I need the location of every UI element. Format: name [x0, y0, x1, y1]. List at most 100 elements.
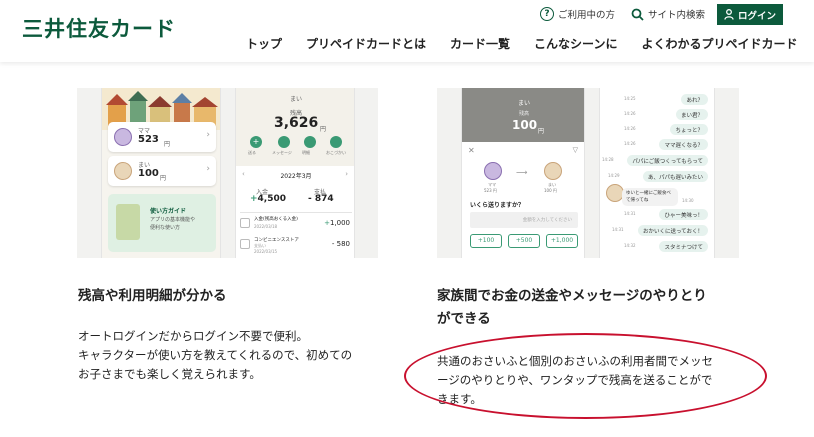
nav-item-scenes[interactable]: こんなシーンに: [534, 35, 617, 52]
receiver-avatar: [544, 162, 562, 180]
chat-time: 14:26: [624, 111, 636, 116]
feature2-body-line2: ージのやりとりや、ワンタップで残高を送ることがで: [437, 373, 713, 387]
member-card-mama[interactable]: ママ 523 円 ›: [108, 122, 216, 152]
chevron-right-icon: ›: [206, 164, 210, 174]
transaction-row[interactable]: 入金(残高おくる入金) 2022/03/18 +1,000: [240, 216, 352, 234]
feature1-body-line1: オートログインだからログイン不要で便利。: [78, 329, 308, 343]
transaction-row[interactable]: コンビニエンスストア 支払い 2022/03/15 - 580: [240, 237, 352, 255]
balance-label: 残高: [518, 111, 529, 117]
feature1-body-line3: お子さまでも楽しく覚えられます。: [78, 367, 261, 381]
balance-amount: 100: [512, 118, 538, 132]
feature2-title-line2: ができる: [437, 311, 491, 327]
nav-item-top[interactable]: トップ: [246, 35, 282, 52]
member2-currency: 円: [160, 175, 167, 182]
chat-time: 14:29: [608, 173, 620, 178]
chat-time: 14:25: [624, 96, 636, 101]
quick-add-500-button[interactable]: +500: [508, 234, 540, 248]
action-statement-label: 明細: [302, 150, 310, 155]
account-name: まい: [517, 100, 530, 107]
feature2-title-line1: 家族間でお金の送金やメッセージのやりとり: [437, 288, 707, 304]
income-amount: +4,500: [250, 194, 287, 204]
action-allowance-label: おこづかい: [326, 150, 346, 155]
statement-icon[interactable]: [304, 136, 316, 148]
help-link[interactable]: ? ご利用中の方: [540, 5, 615, 23]
tx1-amount: +1,000: [324, 219, 350, 227]
tx2-date: 2022/03/15: [254, 249, 278, 254]
member1-amount: 523: [138, 134, 159, 145]
site-search-link[interactable]: サイト内検索: [631, 5, 705, 23]
mama-avatar: [114, 128, 132, 146]
divider: [240, 212, 352, 213]
message-icon[interactable]: [278, 136, 290, 148]
nav-item-about-prepaid[interactable]: プリペイドカードとは: [306, 35, 426, 52]
member-card-mai[interactable]: まい 100 円 ›: [108, 156, 216, 186]
transfer-question: いくら送りますか？: [470, 202, 525, 209]
tx2-amount: - 580: [331, 240, 350, 248]
amount-input[interactable]: 金額を入力してください: [470, 212, 578, 228]
feature2-body-line3: きます。: [437, 392, 482, 406]
nav-item-card-list[interactable]: カード一覧: [450, 35, 510, 52]
chat-sent-bubble: ママ遅くなる？: [659, 139, 708, 150]
site-header: 三井住友カード ? ご利用中の方 サイト内検索 ログイン トップ プリペイドカー…: [0, 0, 814, 62]
brand-logo[interactable]: 三井住友カード: [22, 13, 176, 43]
chat-time: 14:31: [624, 211, 636, 216]
chat-sent-bubble: ちょっと？: [670, 124, 708, 135]
balance-currency: 円: [320, 126, 327, 133]
send-icon[interactable]: +: [250, 136, 262, 148]
arrow-right-icon: ⟶: [516, 168, 528, 177]
receiver-amount: 100 円: [544, 188, 557, 193]
chat-time: 14:30: [682, 198, 694, 203]
tx1-title: 入金(残高おくる入金): [254, 217, 298, 222]
next-month-icon[interactable]: ›: [345, 170, 348, 178]
quick-add-1000-button[interactable]: +1,000: [546, 234, 578, 248]
action-send-label: 送る: [248, 150, 256, 155]
quick-add-100-button[interactable]: +100: [470, 234, 502, 248]
chat-sent-bubble: まい君？: [675, 109, 708, 120]
expense-amount: - 874: [308, 194, 334, 204]
allowance-icon[interactable]: [330, 136, 342, 148]
sender-amount: 523 円: [484, 188, 497, 193]
chat-time: 14:28: [602, 157, 614, 162]
login-button[interactable]: ログイン: [717, 4, 783, 25]
chat-sent-bubble: あれ？: [681, 94, 708, 105]
account-name: まい: [289, 96, 302, 103]
feature2-body-line1: 共通のおさいふと個別のおさいふの利用者間でメッセ: [437, 354, 713, 368]
question-icon: ?: [540, 7, 554, 21]
chat-time: 14:32: [624, 243, 636, 248]
filter-icon[interactable]: ▽: [573, 146, 578, 154]
action-message-label: メッセージ: [272, 150, 292, 155]
login-label: ログイン: [737, 10, 776, 22]
app-screenshot-transfer: まい 残高 100 円 ✕ ▽ ママ 523 円 ⟶ まい 100 円 いくら送…: [437, 88, 739, 258]
nav-item-guide[interactable]: よくわかるプリペイドカード: [641, 35, 797, 52]
search-label: サイト内検索: [648, 10, 706, 21]
balance-amount: 3,626: [274, 115, 319, 131]
chat-received-bubble: ゆいと一緒にご飯食べて帰ってね: [622, 188, 678, 206]
phone-balance-screen: まい 残高 3,626 円 + 送る メッセージ 明細 おこづかい ‹ 2022…: [235, 88, 355, 258]
chat-sent-bubble: スタミナつけて: [659, 241, 708, 252]
phone-illustration: [116, 204, 140, 240]
feature1-body-line2: キャラクターが使い方を教えてくれるので、初めての: [78, 348, 353, 362]
user-icon: [724, 9, 734, 20]
chat-time: 14:26: [624, 126, 636, 131]
deposit-icon: [240, 218, 250, 228]
balance-currency: 円: [538, 128, 545, 135]
usage-guide-banner[interactable]: 使い方ガイド アプリの基本機能や 便利な使い方: [108, 194, 216, 252]
phone-home-screen: ママ 523 円 › まい 100 円 › 使い方ガイド アプリの基本機能や 便…: [101, 88, 221, 258]
tx1-date: 2022/03/18: [254, 224, 278, 229]
guide-sub2: 便利な使い方: [150, 225, 181, 231]
guide-title: 使い方ガイド: [150, 208, 187, 215]
help-label: ご利用中の方: [558, 10, 616, 21]
search-icon: [631, 8, 644, 21]
global-nav: トップ プリペイドカードとは カード一覧 こんなシーンに よくわかるプリペイドカ…: [246, 35, 797, 52]
store-icon: [240, 239, 250, 249]
mai-avatar: [114, 162, 132, 180]
close-icon[interactable]: ✕: [468, 146, 475, 155]
chat-sent-bubble: ひゃー美味っ！: [659, 209, 708, 220]
member2-amount: 100: [138, 168, 159, 179]
phone-transfer-screen: まい 残高 100 円 ✕ ▽ ママ 523 円 ⟶ まい 100 円 いくら送…: [461, 88, 585, 258]
feature1-title: 残高や利用明細が分かる: [78, 288, 227, 304]
chat-time: 14:26: [624, 141, 636, 146]
month-label: 2022年3月: [280, 173, 312, 180]
chat-sent-bubble: パパにご飯つくってもらって: [627, 155, 708, 166]
guide-sub1: アプリの基本機能や: [150, 217, 196, 223]
